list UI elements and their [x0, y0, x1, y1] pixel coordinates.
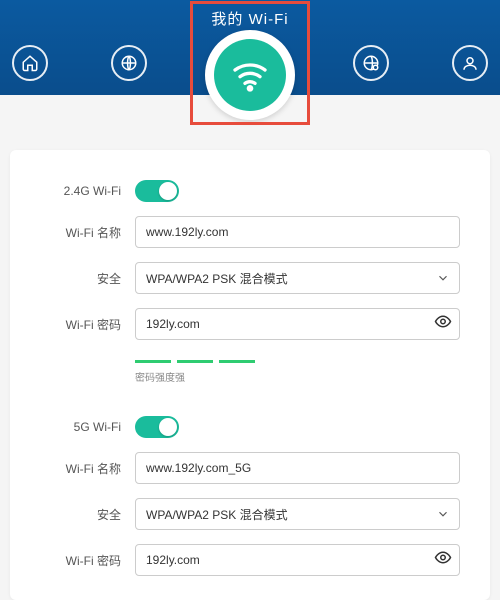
eye-icon: [434, 313, 452, 331]
wifi24-name-input[interactable]: [135, 216, 460, 248]
nav-advanced[interactable]: [353, 45, 389, 81]
wifi5-name-label: Wi-Fi 名称: [40, 460, 135, 477]
wifi24-password-label: Wi-Fi 密码: [40, 316, 135, 333]
globe-icon: [120, 54, 138, 72]
wifi5-name-input[interactable]: [135, 452, 460, 484]
center-wifi-button-wrap: [205, 30, 295, 120]
wifi24-security-select[interactable]: WPA/WPA2 PSK 混合模式: [135, 262, 460, 294]
nav-wifi-active[interactable]: [214, 39, 286, 111]
wifi24-password-input[interactable]: [135, 308, 460, 340]
wifi5-toggle[interactable]: [135, 416, 179, 438]
wifi5-toggle-label: 5G Wi-Fi: [40, 420, 135, 434]
home-icon: [21, 54, 39, 72]
wifi24-toggle[interactable]: [135, 180, 179, 202]
wifi5-password-input[interactable]: [135, 544, 460, 576]
wifi5-security-value: WPA/WPA2 PSK 混合模式: [146, 506, 288, 523]
wifi24-strength-bars: [135, 360, 460, 363]
nav-home[interactable]: [12, 45, 48, 81]
wifi24-security-label: 安全: [40, 270, 135, 287]
eye-icon: [434, 549, 452, 567]
wifi5-security-label: 安全: [40, 506, 135, 523]
wifi24-strength-text: 密码强度强: [135, 369, 460, 384]
center-circle-outer: [205, 30, 295, 120]
wifi24-toggle-label: 2.4G Wi-Fi: [40, 184, 135, 198]
page-title: 我的 Wi-Fi: [0, 0, 500, 29]
globe-gear-icon: [362, 54, 380, 72]
wifi5-security-select[interactable]: WPA/WPA2 PSK 混合模式: [135, 498, 460, 530]
wifi5-password-eye[interactable]: [434, 549, 452, 572]
wifi-icon: [230, 55, 270, 95]
nav-user[interactable]: [452, 45, 488, 81]
wifi24-name-label: Wi-Fi 名称: [40, 224, 135, 241]
wifi5-password-label: Wi-Fi 密码: [40, 552, 135, 569]
wifi24-password-eye[interactable]: [434, 313, 452, 336]
wifi24-security-value: WPA/WPA2 PSK 混合模式: [146, 270, 288, 287]
nav-internet[interactable]: [111, 45, 147, 81]
user-icon: [461, 54, 479, 72]
